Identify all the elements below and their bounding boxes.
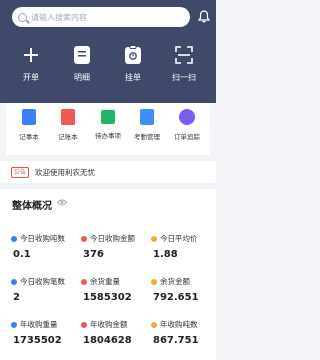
stat-label: 今日收购笔数 bbox=[20, 277, 65, 286]
stat-dot bbox=[81, 235, 87, 242]
action-label: 开单 bbox=[23, 73, 39, 82]
quick-actions: 开单 明细 挂单 扫一扫 bbox=[0, 45, 216, 95]
menu-label: 待办事项 bbox=[95, 132, 121, 140]
scan-icon bbox=[175, 46, 193, 64]
stat-value: 1735502 bbox=[13, 335, 62, 346]
stat-year-tons: 年收购吨数 867.751 bbox=[151, 319, 217, 346]
search-input[interactable]: 请输入搜索内容 bbox=[31, 12, 87, 23]
stat-today-avg-price: 今日平均价 1.88 bbox=[151, 233, 217, 260]
create-order-button[interactable]: 开单 bbox=[11, 45, 51, 83]
stat-value: 867.751 bbox=[153, 335, 199, 346]
notice-text: 欢迎使用利农无忧 bbox=[35, 167, 96, 177]
stat-label: 余货金额 bbox=[160, 277, 190, 286]
bell-icon[interactable] bbox=[198, 10, 210, 23]
stat-label: 今日收购金额 bbox=[90, 234, 135, 243]
overview-section: 整体概况 今日收购吨数 0.1 今日收购金额 376 今日平均价 1.88 今日… bbox=[0, 189, 216, 360]
clipboard-icon bbox=[125, 45, 141, 64]
stat-dot bbox=[11, 321, 17, 328]
stat-dot bbox=[11, 278, 17, 285]
stat-label: 今日平均价 bbox=[160, 234, 198, 243]
stat-today-tons: 今日收购吨数 0.1 bbox=[11, 233, 77, 260]
todo-icon bbox=[101, 110, 115, 124]
list-icon bbox=[74, 46, 90, 64]
section-title: 整体概况 bbox=[12, 201, 52, 212]
stat-dot bbox=[151, 321, 157, 328]
stat-dot bbox=[81, 321, 87, 328]
menu-item-ledger[interactable]: 记账本 bbox=[48, 109, 88, 141]
search-bar[interactable]: 请输入搜索内容 bbox=[12, 7, 190, 27]
search-icon bbox=[18, 12, 27, 22]
stat-label: 年收购吨数 bbox=[160, 320, 198, 329]
stat-year-weight: 年收购重量 1735502 bbox=[11, 319, 77, 346]
header: 请输入搜索内容 开单 明细 挂单 扫一扫 bbox=[0, 0, 216, 103]
action-label: 扫一扫 bbox=[172, 73, 196, 82]
details-button[interactable]: 明细 bbox=[62, 45, 102, 83]
stat-value: 792.651 bbox=[153, 292, 199, 303]
stat-label: 年收购金额 bbox=[90, 320, 128, 329]
action-label: 挂单 bbox=[125, 73, 141, 82]
plus-icon bbox=[24, 48, 38, 62]
menu-item-order-track[interactable]: 订单追踪 bbox=[167, 109, 207, 141]
stat-value: 0.1 bbox=[13, 249, 31, 260]
stat-value: 2 bbox=[13, 292, 20, 303]
eye-icon[interactable] bbox=[57, 199, 67, 206]
stat-dot bbox=[81, 278, 87, 285]
stat-label: 余货重量 bbox=[90, 277, 120, 286]
scan-button[interactable]: 扫一扫 bbox=[164, 45, 204, 83]
action-label: 明细 bbox=[74, 73, 90, 82]
menu-label: 记事本 bbox=[19, 133, 39, 141]
menu-label: 记账本 bbox=[58, 133, 78, 141]
stat-year-amount: 年收购金额 1804628 bbox=[81, 319, 147, 346]
menu-item-notepad[interactable]: 记事本 bbox=[9, 109, 49, 141]
stat-dot bbox=[11, 235, 17, 242]
stat-value: 1804628 bbox=[83, 335, 132, 346]
stat-value: 1.88 bbox=[153, 249, 178, 260]
menu-item-todo[interactable]: 待办事项 bbox=[88, 109, 128, 140]
menu-label: 订单追踪 bbox=[174, 133, 200, 141]
hold-order-button[interactable]: 挂单 bbox=[113, 45, 153, 83]
stat-label: 今日收购吨数 bbox=[20, 234, 65, 243]
stat-stock-weight: 余货重量 1585302 bbox=[81, 276, 147, 303]
stat-stock-amount: 余货金额 792.651 bbox=[151, 276, 217, 303]
stat-dot bbox=[151, 278, 157, 285]
notice-badge: 公告 bbox=[11, 166, 30, 178]
notice-bar[interactable]: 公告 欢迎使用利农无忧 bbox=[0, 161, 216, 183]
order-track-icon bbox=[179, 109, 195, 125]
stat-value: 1585302 bbox=[83, 292, 132, 303]
stat-value: 376 bbox=[83, 249, 104, 260]
stat-label: 年收购重量 bbox=[20, 320, 58, 329]
menu-label: 考勤管理 bbox=[134, 133, 160, 141]
stat-today-amount: 今日收购金额 376 bbox=[81, 233, 147, 260]
stat-today-count: 今日收购笔数 2 bbox=[11, 276, 77, 303]
stat-dot bbox=[151, 235, 157, 242]
function-menu: 记事本 记账本 待办事项 考勤管理 订单追踪 bbox=[6, 103, 210, 155]
calendar-icon bbox=[140, 109, 154, 125]
notepad-icon bbox=[22, 109, 36, 125]
ledger-icon bbox=[61, 109, 75, 125]
menu-item-attendance[interactable]: 考勤管理 bbox=[127, 109, 167, 141]
